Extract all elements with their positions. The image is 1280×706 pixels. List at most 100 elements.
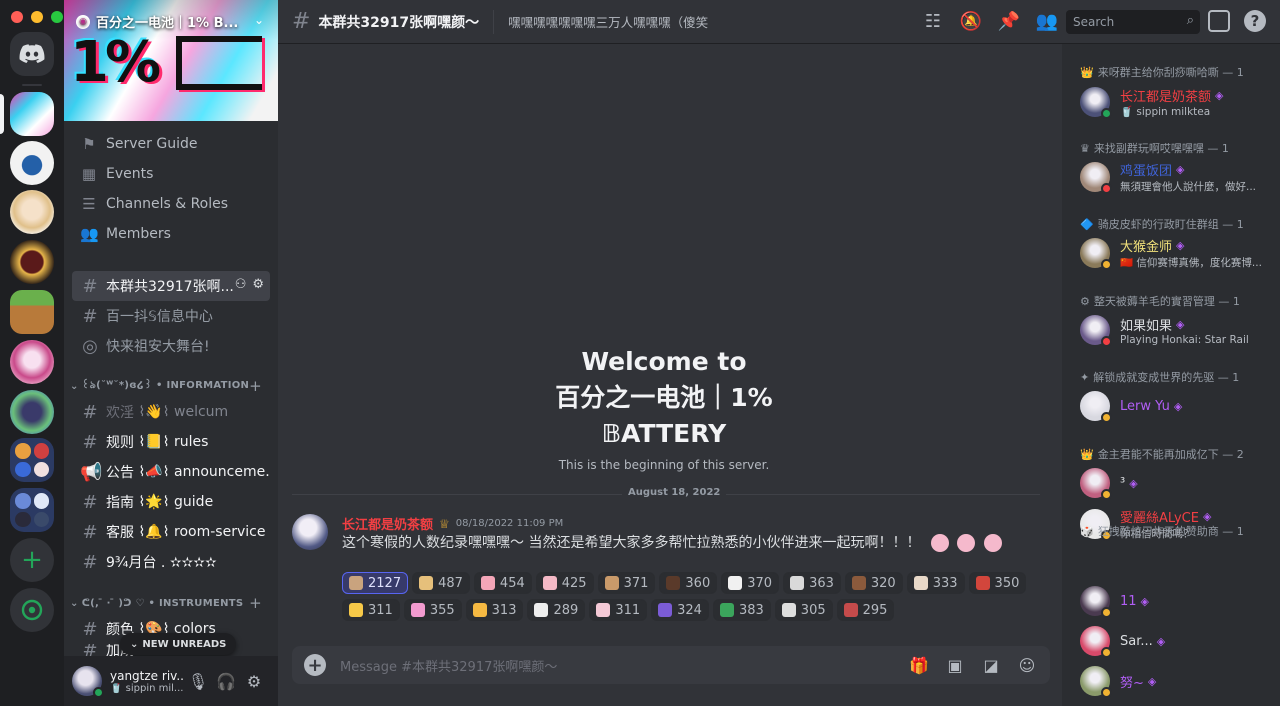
channel-item[interactable]: # 客服 ⌇🔔⌇ room-service — [72, 517, 270, 547]
reaction-emoji-icon — [534, 603, 549, 617]
category-instruments[interactable]: ⌄ ᕦ(, ̄ · ̄ )ᕤ ♡ • INSTRUMENTS + — [64, 593, 278, 613]
server-icon-warrior[interactable] — [10, 240, 54, 284]
member-item[interactable]: ³ ◈ — [1080, 463, 1276, 503]
chevron-down-icon[interactable]: ⌄ — [254, 13, 264, 27]
gear-icon[interactable]: ⚙ — [240, 667, 268, 695]
reaction-button[interactable]: 425 — [535, 572, 594, 594]
channel-item[interactable]: #9¾月台 . ✫✫✫✫ — [72, 547, 270, 577]
emoji-icon[interactable]: ☺ — [1016, 654, 1038, 676]
reaction-button[interactable]: 305 — [774, 599, 833, 621]
reaction-button[interactable]: 454 — [473, 572, 532, 594]
channel-item[interactable]: 📢 公告 ⌇📣⌇ announceme... — [72, 457, 270, 487]
server-icon-cat[interactable] — [10, 390, 54, 434]
reaction-button[interactable]: 295 — [836, 599, 895, 621]
channel-item[interactable]: # 指南 ⌇🌟⌇ guide — [72, 487, 270, 517]
member-item[interactable]: 努~ ◈ — [1080, 661, 1276, 701]
message-composer[interactable]: + Message #本群共32917张啊嘿颜～ 🎁 ▣ ◪ ☺ — [292, 646, 1050, 684]
role-icon: ✦ — [1080, 370, 1090, 384]
nav-events[interactable]: ▦ Events — [72, 159, 270, 189]
server-folder-1[interactable] — [10, 438, 54, 482]
boost-gem-icon: ◈ — [1129, 476, 1138, 490]
reaction-button[interactable]: 289 — [527, 599, 586, 621]
reaction-button[interactable]: 311 — [342, 599, 400, 621]
new-unreads-pill[interactable]: ⌄ NEW UNREADS — [120, 633, 237, 655]
rail-separator — [22, 84, 42, 86]
notifications-muted-icon[interactable]: 🔕 — [960, 10, 982, 32]
member-item[interactable]: 长江都是奶茶额 ◈ 🥤 sippin milktea — [1080, 82, 1276, 122]
member-item[interactable]: 11 ◈ — [1080, 581, 1276, 621]
member-name: 鸡蛋饭团 ◈ — [1120, 160, 1270, 179]
reaction-button[interactable]: 324 — [651, 599, 709, 621]
nav-channels-roles[interactable]: ☰ Channels & Roles — [72, 189, 270, 219]
reaction-button[interactable]: 355 — [403, 599, 462, 621]
help-icon[interactable]: ? — [1244, 10, 1266, 32]
reaction-button[interactable]: 383 — [712, 599, 771, 621]
gif-icon[interactable]: ▣ — [944, 654, 966, 676]
zoom-window-button[interactable] — [51, 11, 63, 23]
reaction-button[interactable]: 350 — [968, 572, 1027, 594]
role-group-header: 🔷 骑皮皮虾的行政盯住群组 — 1 — [1080, 216, 1270, 232]
server-folder-2[interactable] — [10, 488, 54, 532]
reaction-button[interactable]: 2127 — [342, 572, 409, 594]
presence-status-icon — [1101, 108, 1112, 119]
channel-item[interactable]: # 欢淫 ⌇👋⌇ welcum — [72, 397, 270, 427]
member-item[interactable]: 鸡蛋饭团 ◈ 無須理會他人說什麼，做好... — [1080, 157, 1276, 197]
microphone-icon[interactable]: 🎙 — [184, 667, 212, 695]
user-info[interactable]: yangtze riv... 🥤 sippin mil... — [110, 669, 184, 694]
reaction-emoji-icon — [790, 576, 805, 590]
member-name-text: Lerw Yu — [1120, 398, 1170, 414]
add-channel-icon[interactable]: + — [249, 377, 262, 395]
close-window-button[interactable] — [11, 11, 23, 23]
channel-topic[interactable]: 嘿嘿嘿嘿嘿嘿嘿三万人嘿嘿嘿（傻笑 — [508, 12, 738, 31]
server-icon-block[interactable] — [10, 290, 54, 334]
reaction-button[interactable]: 320 — [844, 572, 903, 594]
reaction-button[interactable]: 313 — [465, 599, 524, 621]
channel-item[interactable]: # 百一抖𝕊信息中心 — [72, 301, 270, 331]
create-invite-icon[interactable]: ⚇ — [235, 277, 247, 292]
minimize-window-button[interactable] — [31, 11, 43, 23]
upload-plus-icon[interactable]: + — [304, 654, 326, 676]
server-header[interactable]: ◉ 百分之一电池｜1% B... — [76, 12, 238, 31]
reaction-button[interactable]: 360 — [659, 572, 718, 594]
gear-icon[interactable]: ⚙ — [252, 277, 264, 292]
add-server-button[interactable]: + — [10, 538, 54, 582]
category-information[interactable]: ⌄ ꒰ঌ(˘ᵂ˘*)ɞ໒꒱ • INFORMATION + — [64, 376, 278, 396]
explore-servers-button[interactable] — [10, 588, 54, 632]
search-input[interactable]: Search ⌕ — [1066, 10, 1200, 34]
member-list-icon[interactable]: 👥 — [1036, 10, 1058, 32]
channel-item[interactable]: ◎ 快来祖安大舞台! — [72, 331, 270, 361]
boost-gem-icon: ◈ — [1173, 399, 1183, 413]
avatar[interactable] — [292, 514, 328, 550]
reaction-button[interactable]: 311 — [589, 599, 648, 621]
reaction-button[interactable]: 487 — [412, 572, 470, 594]
gift-icon[interactable]: 🎁 — [908, 654, 930, 676]
channel-item[interactable]: # 规则 ⌇📒⌇ rules — [72, 427, 270, 457]
sticker-icon[interactable]: ◪ — [980, 654, 1002, 676]
reaction-button[interactable]: 333 — [906, 572, 965, 594]
member-item[interactable]: 大猴金师 ◈ 🇨🇳 信仰赛博真佛，度化赛博... — [1080, 233, 1276, 273]
member-item[interactable]: 如果如果 ◈ Playing Honkai: Star Rail — [1080, 310, 1276, 350]
channel-item-active[interactable]: # 本群共32917张啊... ⚇ ⚙ — [72, 271, 270, 301]
server-icon-anime[interactable] — [10, 190, 54, 234]
inbox-icon[interactable] — [1208, 10, 1230, 32]
nav-members[interactable]: 👥 Members — [72, 219, 270, 249]
hash-icon: # — [292, 9, 311, 34]
headphones-icon[interactable]: 🎧 — [212, 667, 240, 695]
direct-messages-button[interactable] — [10, 32, 54, 76]
server-icon-battery[interactable] — [10, 92, 54, 136]
member-item[interactable]: Sar... ◈ — [1080, 621, 1276, 661]
threads-icon[interactable]: ☷ — [922, 10, 944, 32]
reaction-button[interactable]: 363 — [783, 572, 841, 594]
server-icon-boat[interactable] — [10, 141, 54, 185]
avatar[interactable] — [72, 666, 104, 698]
pin-icon[interactable]: 📌 — [998, 10, 1020, 32]
nav-server-guide[interactable]: ⚑ Server Guide — [72, 129, 270, 159]
reaction-button[interactable]: 370 — [721, 572, 780, 594]
member-item[interactable]: Lerw Yu ◈ — [1080, 386, 1276, 426]
add-channel-icon[interactable]: + — [249, 594, 262, 612]
channel-emoji: ⌇📒⌇ — [134, 434, 175, 450]
server-banner[interactable]: 1% ◉ 百分之一电池｜1% B... ⌄ — [64, 0, 278, 121]
server-icon-pink[interactable] — [10, 340, 54, 384]
reaction-button[interactable]: 371 — [597, 572, 656, 594]
message-author[interactable]: 长江都是奶茶额 — [342, 514, 433, 533]
